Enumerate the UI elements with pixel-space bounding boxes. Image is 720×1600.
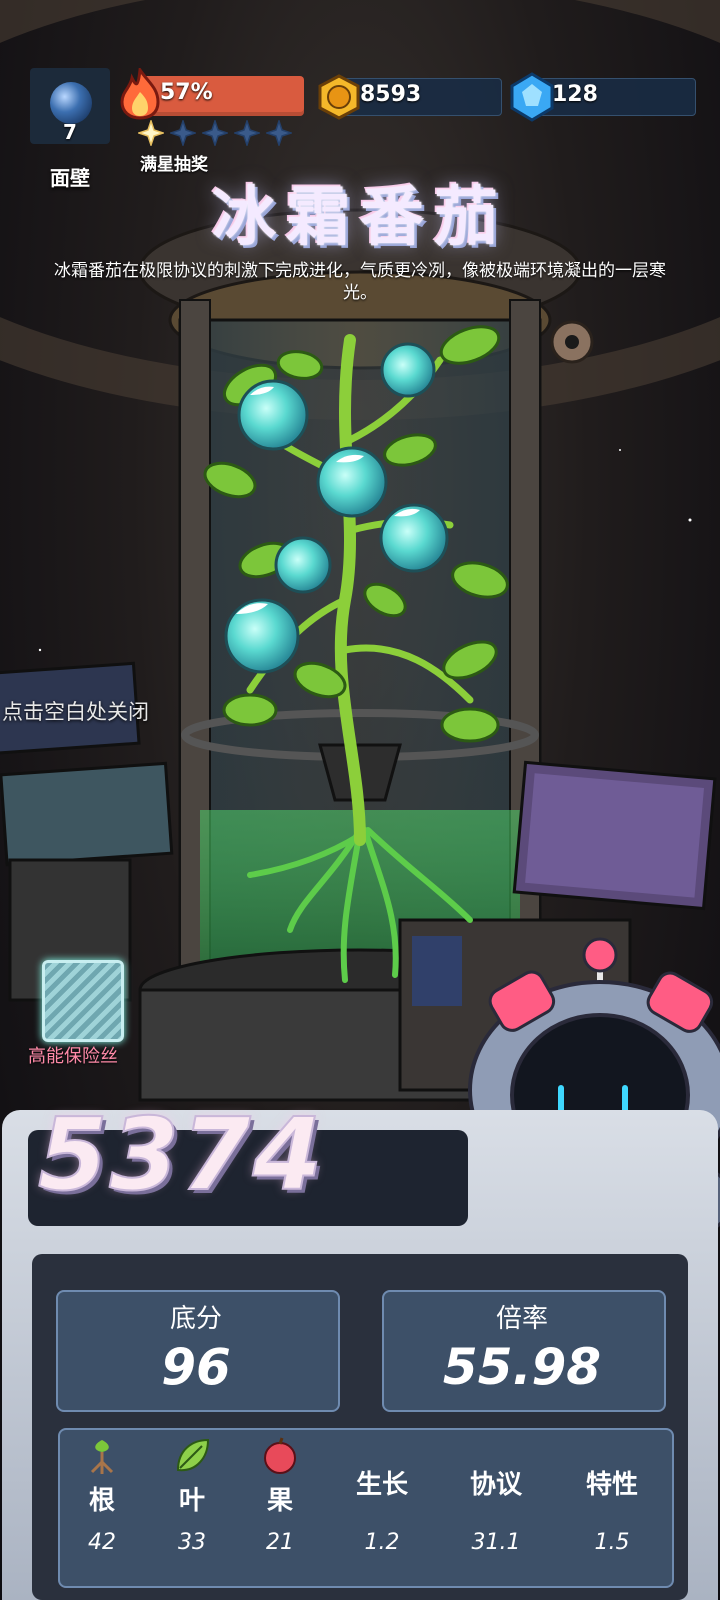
- attribute-box: [58, 1428, 674, 1588]
- base-score-value: 96: [161, 1338, 231, 1396]
- fuse-icon[interactable]: [42, 960, 124, 1042]
- fuse-label[interactable]: 高能保险丝: [28, 1042, 118, 1068]
- star-rating[interactable]: [138, 120, 292, 148]
- attr-growth-label: 生长: [355, 1470, 408, 1500]
- game-scene[interactable]: 7 面壁 57% 满星抽奖 8593 128 冰霜番茄 冰霜番茄在极限协议的刺激…: [0, 0, 720, 1600]
- attr-root-label: 根: [88, 1486, 115, 1516]
- plant-description: 冰霜番茄在极限协议的刺激下完成进化，气质更冷冽，像被极端环境凝出的一层寒光。: [54, 261, 666, 303]
- player-avatar[interactable]: 7: [30, 68, 110, 144]
- attr-leaf-value: 33: [178, 1530, 206, 1555]
- coin-icon: [318, 74, 360, 120]
- attr-fruit-label: 果: [266, 1486, 293, 1516]
- star-empty-icon: [234, 120, 260, 146]
- energy-percent: 57%: [160, 80, 213, 105]
- player-level: 7: [63, 120, 77, 144]
- attr-leaf-label: 叶: [178, 1486, 205, 1516]
- attr-fruit-value: 21: [266, 1530, 294, 1555]
- gem-icon: [510, 72, 554, 122]
- attr-protocol-value: 31.1: [471, 1530, 521, 1555]
- multiplier-label: 倍率: [495, 1304, 548, 1334]
- planet-icon: [50, 82, 92, 124]
- plant-title: 冰霜番茄: [212, 181, 508, 255]
- total-score: 5374: [37, 1095, 325, 1214]
- apple-icon: [264, 1437, 296, 1474]
- star-filled-icon: [138, 120, 164, 146]
- flame-icon: [120, 68, 160, 120]
- gem-amount: 128: [552, 82, 598, 107]
- base-score-label: 底分: [169, 1304, 222, 1334]
- attr-protocol-label: 协议: [469, 1470, 522, 1500]
- attr-root-value: 42: [88, 1530, 116, 1555]
- star-empty-icon: [266, 120, 292, 146]
- root-icon: [90, 1440, 114, 1474]
- star-empty-icon: [170, 120, 196, 146]
- leaf-icon: [176, 1438, 210, 1472]
- multiplier-value: 55.98: [442, 1338, 602, 1396]
- attr-growth-value: 1.2: [364, 1530, 400, 1555]
- attr-trait-label: 特性: [585, 1470, 638, 1500]
- star-empty-icon: [202, 120, 228, 146]
- close-hint: 点击空白处关闭: [2, 700, 149, 724]
- coin-amount: 8593: [360, 82, 422, 107]
- attr-trait-value: 1.5: [594, 1530, 630, 1555]
